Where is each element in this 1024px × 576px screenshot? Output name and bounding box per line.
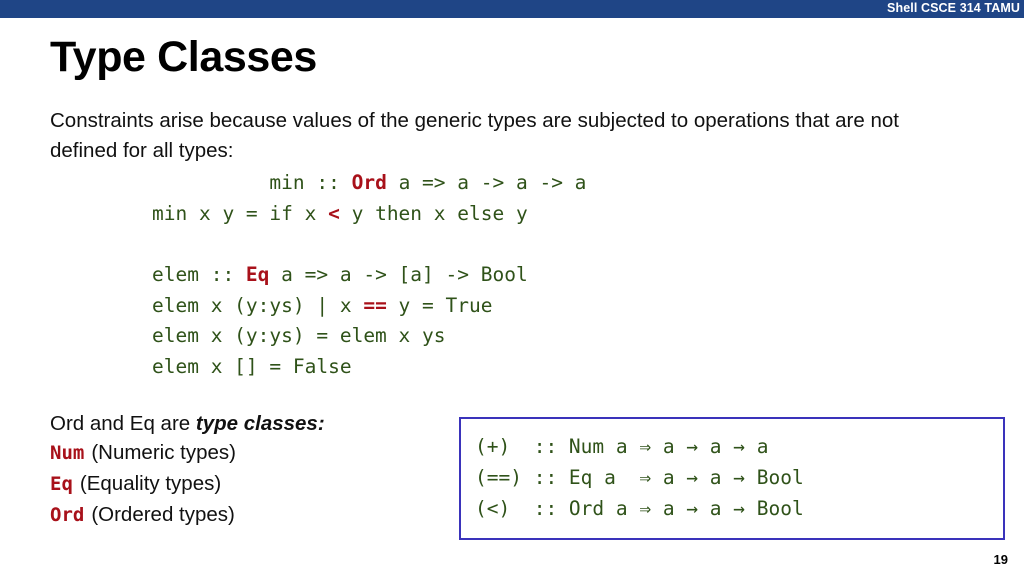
code-keyword-lessthan: <	[328, 201, 340, 225]
header-bar-title: Shell CSCE 314 TAMU	[887, 1, 1020, 15]
code-text: a => a -> a -> a	[386, 171, 587, 194]
operator-signatures-code: (+) :: Num a ⇒ a → a → a (==) :: Eq a ⇒ …	[475, 431, 804, 524]
code-line-elem-base: elem x [] = False	[152, 354, 352, 378]
code-text: a => a -> [a] -> Bool	[269, 263, 528, 286]
type-class-name-num: Num	[50, 442, 85, 464]
page-title: Type Classes	[50, 33, 317, 81]
code-text: min x y = if x	[152, 201, 329, 225]
code-keyword-equals: ==	[363, 293, 387, 317]
signature-line-lessthan: (<) :: Ord a ⇒ a → a → Bool	[475, 497, 804, 520]
type-class-name-eq: Eq	[50, 473, 73, 495]
signature-line-plus: (+) :: Num a ⇒ a → a → a	[475, 435, 769, 458]
operator-signatures-box: (+) :: Num a ⇒ a → a → a (==) :: Eq a ⇒ …	[459, 417, 1005, 540]
type-class-desc-num: (Numeric types)	[91, 441, 236, 464]
type-classes-summary: Ord and Eq are type classes: Num (Numeric…	[50, 409, 325, 531]
list-item: Eq (Equality types)	[50, 469, 325, 500]
code-block-min: min :: Ord a => a -> a -> a min x y = if…	[152, 168, 586, 229]
summary-lead-emphasis: type classes:	[195, 412, 325, 435]
signature-line-equals: (==) :: Eq a ⇒ a → a → Bool	[475, 466, 804, 489]
list-item: Ord (Ordered types)	[50, 500, 325, 531]
code-line-elem-guard: elem x (y:ys) | x == y = True	[152, 294, 492, 317]
code-block-elem: elem :: Eq a => a -> [a] -> Bool elem x …	[152, 260, 528, 382]
code-line-min-definition: min x y = if x < y then x else y	[152, 202, 528, 225]
code-text: y then x else y	[339, 201, 528, 225]
code-keyword-ord: Ord	[351, 171, 387, 194]
header-underline	[0, 18, 1024, 20]
summary-lead-line: Ord and Eq are type classes:	[50, 409, 325, 438]
code-line-elem-recurse: elem x (y:ys) = elem x ys	[152, 324, 446, 347]
type-class-name-ord: Ord	[50, 504, 85, 526]
intro-paragraph: Constraints arise because values of the …	[50, 109, 899, 162]
list-item: Num (Numeric types)	[50, 438, 325, 469]
type-class-desc-ord: (Ordered types)	[91, 503, 235, 526]
header-bar: Shell CSCE 314 TAMU	[0, 0, 1024, 18]
code-text: y = True	[386, 293, 493, 317]
type-class-desc-eq: (Equality types)	[79, 472, 222, 495]
code-text: elem x (y:ys) | x	[152, 293, 364, 317]
code-text: elem ::	[152, 263, 246, 286]
code-line-min-signature: min :: Ord a => a -> a -> a	[152, 171, 586, 194]
code-text: min ::	[152, 171, 352, 194]
summary-lead-plain: Ord and Eq are	[50, 412, 196, 435]
code-line-elem-signature: elem :: Eq a => a -> [a] -> Bool	[152, 263, 528, 286]
page-number: 19	[993, 552, 1008, 567]
code-keyword-eq: Eq	[245, 263, 270, 286]
